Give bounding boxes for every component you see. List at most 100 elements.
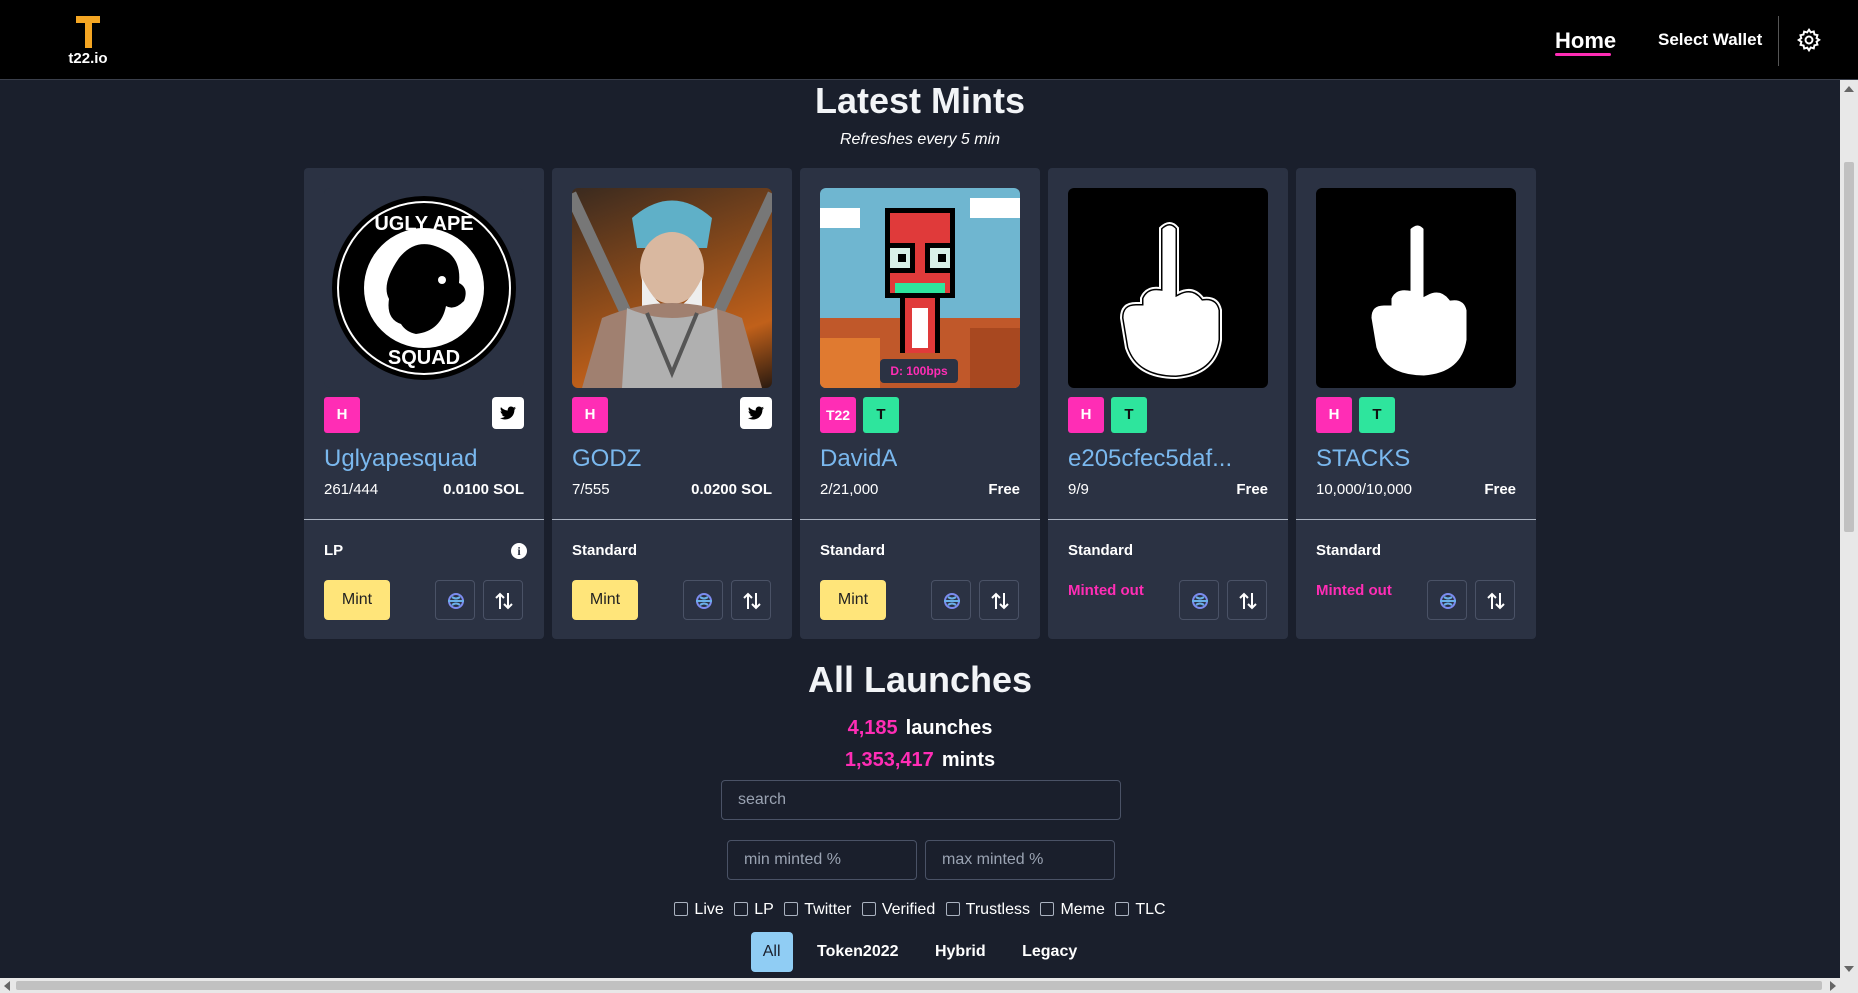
horizontal-scrollbar[interactable] (0, 978, 1858, 993)
horizontal-scroll-thumb[interactable] (16, 981, 1822, 990)
scroll-down-arrow-icon[interactable] (1844, 966, 1854, 972)
mint-button[interactable]: Mint (572, 580, 638, 620)
mint-count: 10,000/10,000 (1316, 481, 1412, 498)
filter-tlc[interactable]: TLC (1115, 901, 1166, 919)
mint-card: H GODZ 7/555 0.0200 SOL Standard Mint (552, 168, 792, 639)
collection-image[interactable]: D: 100bps (820, 188, 1020, 388)
checkbox[interactable] (861, 902, 876, 916)
launch-type: Standard (1068, 542, 1134, 559)
tab-hybrid[interactable]: Hybrid (923, 932, 998, 972)
logo-text: t22.io (68, 50, 108, 67)
checkbox[interactable] (1115, 902, 1130, 916)
mint-card: UGLY APE SQUAD H Uglyapesquad 261/444 0.… (304, 168, 544, 639)
max-minted-input[interactable]: max minted % (925, 840, 1115, 880)
collection-name[interactable]: DavidA (820, 445, 897, 473)
tab-legacy[interactable]: Legacy (1010, 932, 1089, 972)
scroll-right-arrow-icon[interactable] (1830, 981, 1836, 991)
card-divider (800, 519, 1040, 520)
arrows-up-down-icon (1487, 592, 1505, 610)
twitter-icon (500, 406, 516, 420)
transfer-button[interactable] (979, 580, 1019, 620)
launch-type-tabs: All Token2022 Hybrid Legacy (0, 932, 1840, 972)
swap-button[interactable] (683, 580, 723, 620)
collection-image[interactable] (572, 188, 772, 388)
card-divider (304, 519, 544, 520)
mint-card: H T e205cfec5daf... 9/9 Free Standard Mi… (1048, 168, 1288, 639)
twitter-icon (748, 406, 764, 420)
badge-t: T (1359, 397, 1395, 433)
badge-h: H (572, 397, 608, 433)
transfer-button[interactable] (1227, 580, 1267, 620)
checkbox[interactable] (674, 902, 689, 916)
mint-price: 0.0200 SOL (691, 481, 772, 498)
search-input[interactable]: search (721, 780, 1121, 820)
filter-lp[interactable]: LP (734, 901, 774, 919)
launch-type: LP (324, 542, 344, 559)
checkbox[interactable] (945, 902, 960, 916)
filter-twitter[interactable]: Twitter (784, 901, 851, 919)
gear-icon[interactable] (1796, 27, 1822, 53)
launch-stat: 4,185 launches (0, 717, 1840, 740)
card-divider (1048, 519, 1288, 520)
badge-h: H (1316, 397, 1352, 433)
mint-card: D: 100bps T22 T DavidA 2/21,000 Free Sta… (800, 168, 1040, 639)
badge-t: T (863, 397, 899, 433)
nav-divider (1778, 16, 1779, 66)
collection-image[interactable] (1316, 188, 1516, 388)
mint-price: 0.0100 SOL (443, 481, 524, 498)
info-icon[interactable]: i (511, 543, 527, 559)
filter-verified[interactable]: Verified (861, 901, 935, 919)
ugly-ape-text-top: UGLY APE (374, 213, 473, 235)
filter-trustless[interactable]: Trustless (945, 901, 1030, 919)
mint-button[interactable]: Mint (324, 580, 390, 620)
collection-name[interactable]: STACKS (1316, 445, 1410, 473)
select-wallet-button[interactable]: Select Wallet (1658, 30, 1762, 50)
tab-all[interactable]: All (750, 932, 793, 972)
badge-h: H (1068, 397, 1104, 433)
logo[interactable]: t22.io (56, 14, 120, 67)
arrows-up-down-icon (743, 592, 761, 610)
top-nav-bar: t22.io Home Select Wallet (0, 0, 1858, 80)
arrows-up-down-icon (1239, 592, 1257, 610)
jupiter-icon (448, 593, 464, 609)
swap-button[interactable] (435, 580, 475, 620)
mint-count: 261/444 (324, 481, 379, 498)
launch-type: Standard (820, 542, 886, 559)
filter-meme[interactable]: Meme (1040, 901, 1105, 919)
mint-price: Free (1236, 481, 1268, 498)
arrows-up-down-icon (991, 592, 1009, 610)
mint-total: 1,353,417 (844, 749, 934, 771)
swap-button[interactable] (1179, 580, 1219, 620)
tab-token2022[interactable]: Token2022 (805, 932, 911, 972)
jupiter-icon (1440, 593, 1456, 609)
collection-image[interactable]: UGLY APE SQUAD (324, 188, 524, 388)
ugly-ape-text-bottom: SQUAD (388, 347, 460, 369)
swap-button[interactable] (1427, 580, 1467, 620)
scroll-up-arrow-icon[interactable] (1844, 86, 1854, 92)
scroll-left-arrow-icon[interactable] (4, 981, 10, 991)
min-minted-input[interactable]: min minted % (727, 840, 917, 880)
transfer-button[interactable] (731, 580, 771, 620)
collection-name[interactable]: GODZ (572, 445, 641, 473)
filter-live[interactable]: Live (674, 901, 724, 919)
collection-name[interactable]: Uglyapesquad (324, 445, 477, 473)
minted-out-status: Minted out (1316, 582, 1392, 599)
latest-mints-title: Latest Mints (814, 80, 1026, 121)
swap-button[interactable] (931, 580, 971, 620)
twitter-link-button[interactable] (740, 397, 772, 429)
transfer-button[interactable] (483, 580, 523, 620)
mint-count: 7/555 (572, 481, 610, 498)
collection-name[interactable]: e205cfec5daf... (1068, 445, 1232, 473)
mint-button[interactable]: Mint (820, 580, 886, 620)
transfer-button[interactable] (1475, 580, 1515, 620)
checkbox[interactable] (734, 902, 749, 916)
nav-home-link[interactable]: Home (1555, 28, 1616, 54)
checkbox[interactable] (784, 902, 799, 916)
vertical-scrollbar[interactable] (1840, 80, 1858, 978)
collection-image[interactable] (1068, 188, 1268, 388)
mint-total-label: mints (941, 749, 996, 771)
badge-h: H (324, 397, 360, 433)
vertical-scroll-thumb[interactable] (1844, 162, 1854, 532)
twitter-link-button[interactable] (492, 397, 524, 429)
checkbox[interactable] (1040, 902, 1055, 916)
